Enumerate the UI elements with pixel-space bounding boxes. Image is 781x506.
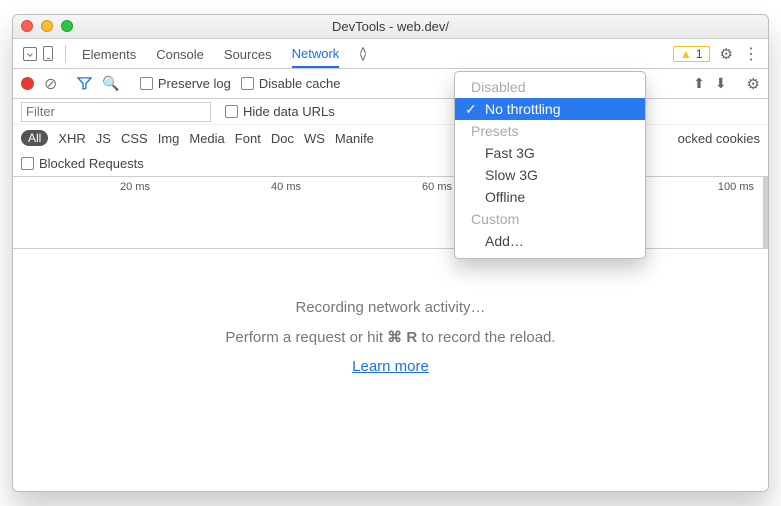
network-settings-icon[interactable]: ⚙ (747, 75, 760, 93)
type-css[interactable]: CSS (121, 131, 148, 146)
more-menu-icon[interactable]: ⋮ (743, 44, 758, 64)
throttling-presets-header: Presets (455, 120, 645, 142)
type-all[interactable]: All (21, 130, 48, 146)
throttling-add-custom[interactable]: Add… (455, 230, 645, 252)
tab-network[interactable]: Network (292, 39, 340, 68)
export-har-icon[interactable]: ⬇ (715, 75, 727, 92)
tab-console[interactable]: Console (156, 40, 204, 68)
throttling-option-no-throttling[interactable]: No throttling (455, 98, 645, 120)
search-icon[interactable]: 🔍 (102, 75, 119, 92)
inspect-element-icon[interactable] (23, 47, 37, 61)
tab-elements[interactable]: Elements (82, 40, 136, 68)
tick-label: 100 ms (718, 181, 754, 193)
disable-cache-label: Disable cache (259, 76, 341, 91)
divider (65, 45, 66, 63)
throttling-disabled-header: Disabled (455, 76, 645, 98)
disable-cache-checkbox[interactable]: Disable cache (241, 76, 341, 91)
checkbox-icon (241, 77, 254, 90)
timeline-scrollbar[interactable] (763, 177, 768, 248)
type-manifest[interactable]: Manife (335, 131, 374, 146)
warning-icon: ▲ (680, 47, 692, 61)
hide-data-urls-label: Hide data URLs (243, 104, 335, 119)
preserve-log-checkbox[interactable]: Preserve log (140, 76, 231, 91)
checkbox-icon (225, 105, 238, 118)
checkbox-icon (140, 77, 153, 90)
device-toolbar-icon[interactable] (43, 46, 53, 61)
tick-label: 60 ms (422, 181, 452, 193)
filter-icon[interactable] (77, 76, 92, 91)
settings-icon[interactable]: ⚙ (720, 45, 733, 63)
window-title: DevTools - web.dev/ (332, 19, 449, 34)
checkbox-icon (21, 157, 34, 170)
type-font[interactable]: Font (235, 131, 261, 146)
devtools-window: DevTools - web.dev/ Elements Console Sou… (12, 14, 769, 492)
throttling-option-slow-3g[interactable]: Slow 3G (455, 164, 645, 186)
blocked-requests-label: Blocked Requests (39, 156, 144, 171)
tick-label: 40 ms (271, 181, 301, 193)
more-tabs-icon[interactable]: ˄˅ (359, 47, 367, 61)
close-window-button[interactable] (21, 20, 33, 32)
empty-state: Recording network activity… Perform a re… (13, 249, 768, 425)
filter-bar: Hide data URLs (13, 99, 768, 125)
throttling-custom-header: Custom (455, 208, 645, 230)
blocked-cookies-trail[interactable]: ocked cookies (678, 131, 760, 146)
type-xhr[interactable]: XHR (58, 131, 85, 146)
network-toolbar: ⊘ 🔍 Preserve log Disable cache ⬆ ⬇ ⚙ (13, 69, 768, 99)
recording-status: Recording network activity… (295, 299, 485, 316)
clear-icon[interactable]: ⊘ (44, 74, 57, 94)
warnings-chip[interactable]: ▲ 1 (673, 46, 710, 62)
shortcut-text: ⌘ R (387, 329, 417, 346)
tick-label: 20 ms (120, 181, 150, 193)
throttling-dropdown: Disabled No throttling Presets Fast 3G S… (454, 71, 646, 259)
zoom-window-button[interactable] (61, 20, 73, 32)
learn-more-link[interactable]: Learn more (352, 358, 429, 375)
type-doc[interactable]: Doc (271, 131, 294, 146)
tab-sources[interactable]: Sources (224, 40, 272, 68)
preserve-log-label: Preserve log (158, 76, 231, 91)
request-type-bar: All XHR JS CSS Img Media Font Doc WS Man… (13, 125, 768, 151)
hide-data-urls-checkbox[interactable]: Hide data URLs (225, 104, 335, 119)
type-ws[interactable]: WS (304, 131, 325, 146)
panel-tabs: Elements Console Sources Network ˄˅ (72, 39, 367, 68)
titlebar: DevTools - web.dev/ (13, 15, 768, 39)
import-har-icon[interactable]: ⬆ (693, 75, 705, 92)
blocked-requests-checkbox[interactable]: Blocked Requests (21, 156, 144, 171)
type-js[interactable]: JS (96, 131, 111, 146)
type-img[interactable]: Img (158, 131, 180, 146)
type-media[interactable]: Media (189, 131, 224, 146)
filter-input[interactable] (21, 102, 211, 122)
reload-hint: Perform a request or hit ⌘ R to record t… (225, 328, 555, 346)
overview-timeline[interactable]: 20 ms 40 ms 60 ms 100 ms (13, 177, 768, 249)
throttling-option-fast-3g[interactable]: Fast 3G (455, 142, 645, 164)
window-controls (21, 20, 73, 32)
minimize-window-button[interactable] (41, 20, 53, 32)
record-button[interactable] (21, 77, 34, 90)
main-tabbar: Elements Console Sources Network ˄˅ ▲ 1 … (13, 39, 768, 69)
blocked-requests-bar: Blocked Requests (13, 151, 768, 177)
throttling-option-offline[interactable]: Offline (455, 186, 645, 208)
warning-count: 1 (696, 47, 703, 61)
